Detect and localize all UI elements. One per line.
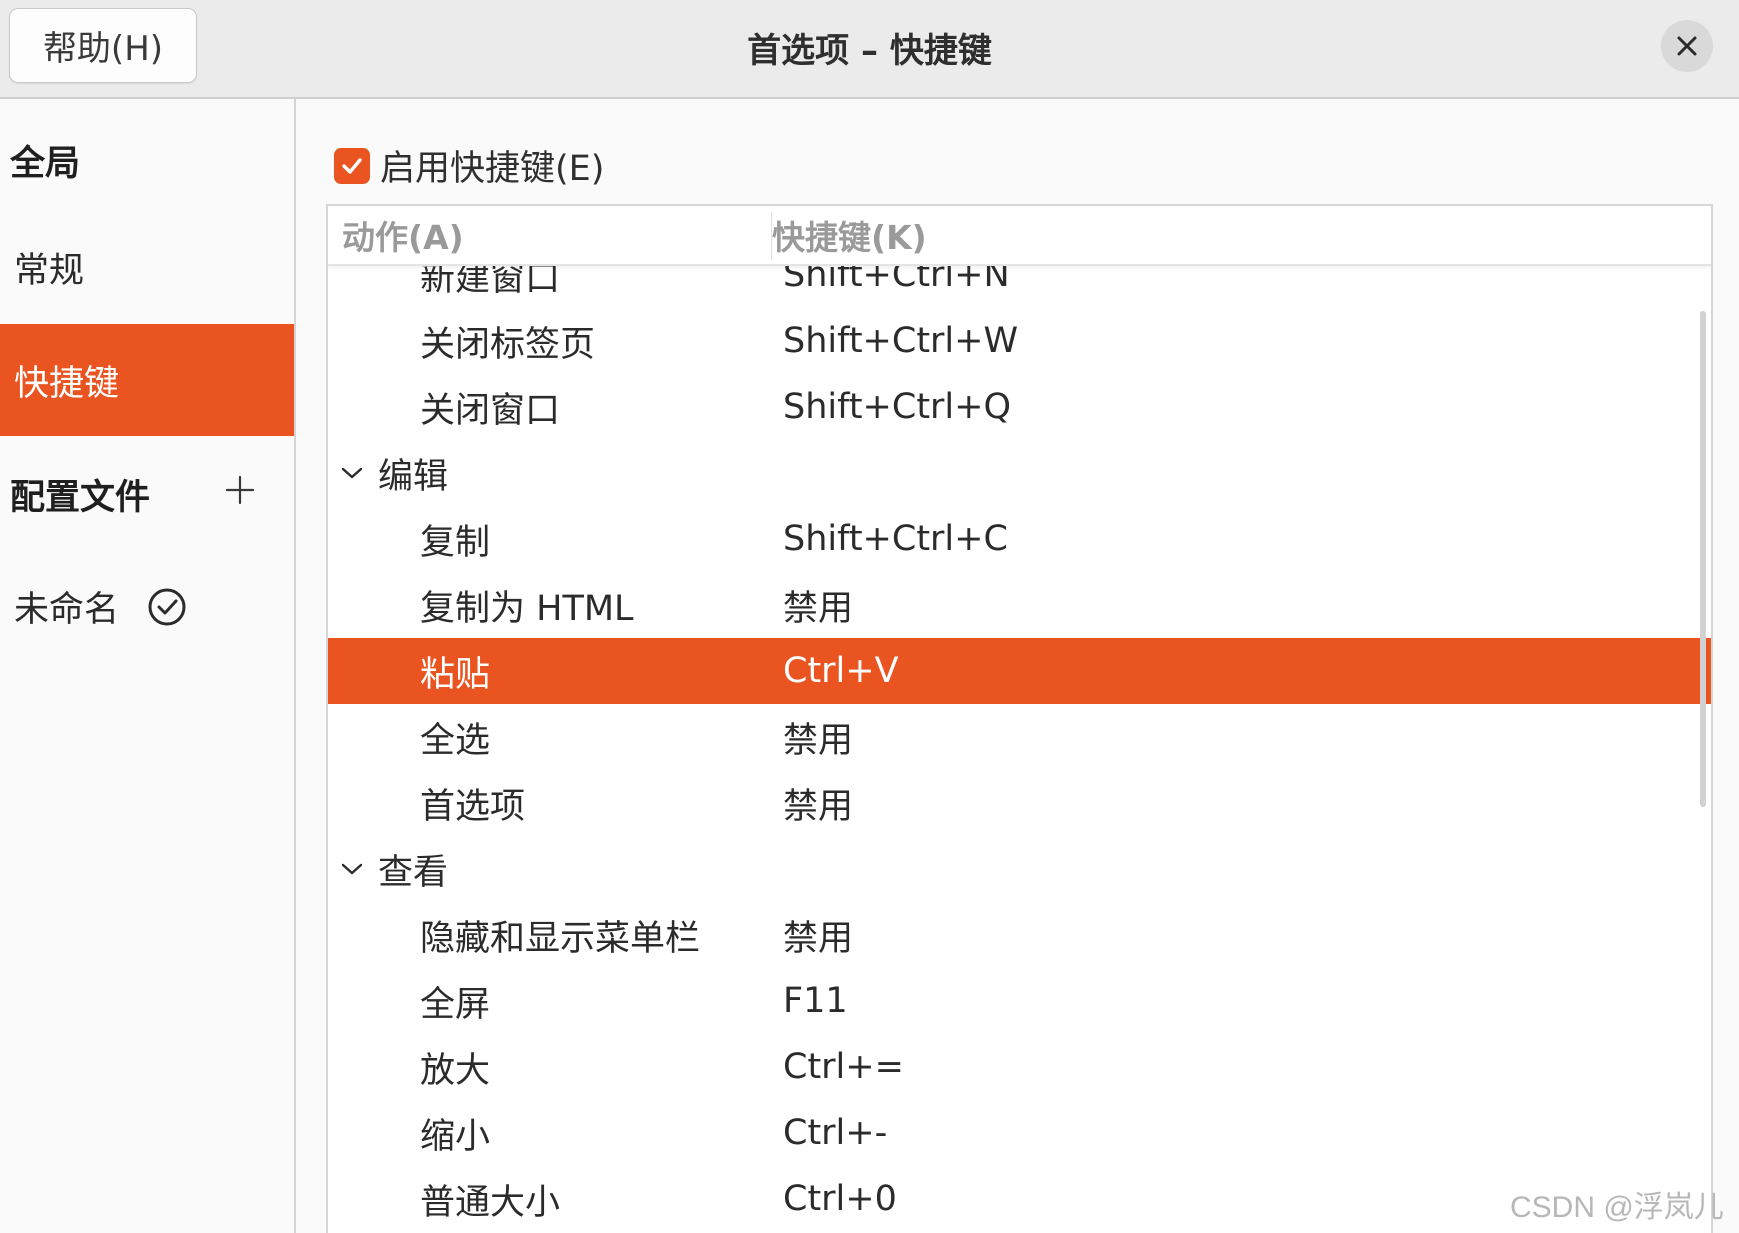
row-shortcut: Ctrl+=	[783, 1047, 904, 1087]
row-shortcut: 禁用	[783, 918, 854, 959]
plus-icon	[225, 475, 255, 505]
row-shortcut: Ctrl+V	[783, 651, 899, 691]
row-action: 复制	[420, 522, 491, 563]
table-row-selected[interactable]: 粘贴 Ctrl+V	[328, 638, 1711, 704]
table-row[interactable]: 关闭标签页 Shift+Ctrl+W	[328, 308, 1711, 374]
row-action: 首选项	[420, 786, 526, 827]
sidebar-heading-profiles: 配置文件	[10, 478, 151, 518]
row-action: 关闭窗口	[420, 390, 561, 431]
row-shortcut: Ctrl+0	[783, 1179, 897, 1219]
vertical-scrollbar[interactable]	[1700, 311, 1706, 807]
table-group-row[interactable]: 查看	[328, 836, 1711, 902]
enable-shortcuts-checkbox[interactable]: 启用快捷键(E)	[334, 140, 604, 191]
enable-shortcuts-label: 启用快捷键(E)	[380, 149, 605, 189]
row-shortcut: F11	[783, 981, 848, 1021]
row-action: 隐藏和显示菜单栏	[420, 918, 701, 959]
sidebar-heading-global: 全局	[10, 144, 81, 184]
table-group-row[interactable]: 编辑	[328, 440, 1711, 506]
row-shortcut: 禁用	[783, 786, 854, 827]
table-row[interactable]: 关闭窗口 Shift+Ctrl+Q	[328, 374, 1711, 440]
table-row[interactable]: 复制为 HTML 禁用	[328, 572, 1711, 638]
window-title: 首选项 – 快捷键	[747, 31, 992, 71]
table-row[interactable]: 首选项 禁用	[328, 770, 1711, 836]
row-action: 粘贴	[420, 654, 491, 695]
sidebar-item-shortcuts[interactable]: 快捷键	[0, 324, 294, 436]
shortcuts-table[interactable]: 动作(A) 快捷键(K) 新建窗口 Shift+Ctrl+N 关闭标签页 Shi…	[326, 204, 1713, 1233]
close-button[interactable]	[1661, 20, 1713, 72]
sidebar-item-label: 常规	[14, 250, 85, 291]
chevron-down-icon[interactable]	[340, 836, 364, 902]
row-action: 关闭标签页	[420, 324, 596, 365]
row-action: 普通大小	[420, 1182, 561, 1223]
checkmark-icon	[342, 157, 362, 174]
add-profile-button[interactable]	[222, 472, 258, 508]
checkbox-checked[interactable]	[334, 147, 370, 184]
row-action: 全屏	[420, 984, 491, 1025]
column-header-action[interactable]: 动作(A)	[342, 206, 464, 264]
profile-item-unnamed[interactable]: 未命名	[14, 581, 187, 632]
table-row[interactable]: 缩小 Ctrl+-	[328, 1100, 1711, 1166]
row-shortcut: 禁用	[783, 720, 854, 761]
row-action: 复制为 HTML	[420, 588, 634, 629]
sidebar-item-label: 快捷键	[14, 363, 120, 404]
watermark: CSDN @浮岚儿	[1510, 1191, 1724, 1224]
table-row[interactable]: 复制 Shift+Ctrl+C	[328, 506, 1711, 572]
row-action: 全选	[420, 720, 491, 761]
table-row[interactable]: 普通大小 Ctrl+0	[328, 1166, 1711, 1232]
close-icon	[1677, 36, 1697, 56]
table-row[interactable]: 隐藏和显示菜单栏 禁用	[328, 902, 1711, 968]
row-shortcut: Shift+Ctrl+C	[783, 519, 1008, 559]
row-shortcut: 禁用	[783, 588, 854, 629]
row-shortcut: Shift+Ctrl+Q	[783, 387, 1012, 427]
row-shortcut: Ctrl+-	[783, 1113, 888, 1153]
row-action: 放大	[420, 1050, 491, 1091]
row-shortcut: Shift+Ctrl+W	[783, 321, 1019, 361]
row-action: 缩小	[420, 1116, 491, 1157]
profile-label: 未命名	[14, 590, 120, 630]
group-label: 查看	[378, 852, 449, 893]
sidebar-item-general[interactable]: 常规	[0, 211, 294, 323]
table-row[interactable]: 全选 禁用	[328, 704, 1711, 770]
column-header-shortcut[interactable]: 快捷键(K)	[772, 206, 927, 264]
sidebar: 全局 常规 快捷键 配置文件 未命名	[0, 99, 296, 1233]
help-button[interactable]: 帮助(H)	[9, 8, 197, 83]
table-row[interactable]: 放大 Ctrl+=	[328, 1034, 1711, 1100]
table-header: 动作(A) 快捷键(K)	[328, 206, 1711, 266]
check-circle-icon	[147, 587, 187, 627]
chevron-down-icon[interactable]	[340, 440, 364, 506]
group-label: 编辑	[378, 456, 449, 497]
header-bar: 首选项 – 快捷键 帮助(H)	[0, 0, 1739, 99]
table-row[interactable]: 全屏 F11	[328, 968, 1711, 1034]
